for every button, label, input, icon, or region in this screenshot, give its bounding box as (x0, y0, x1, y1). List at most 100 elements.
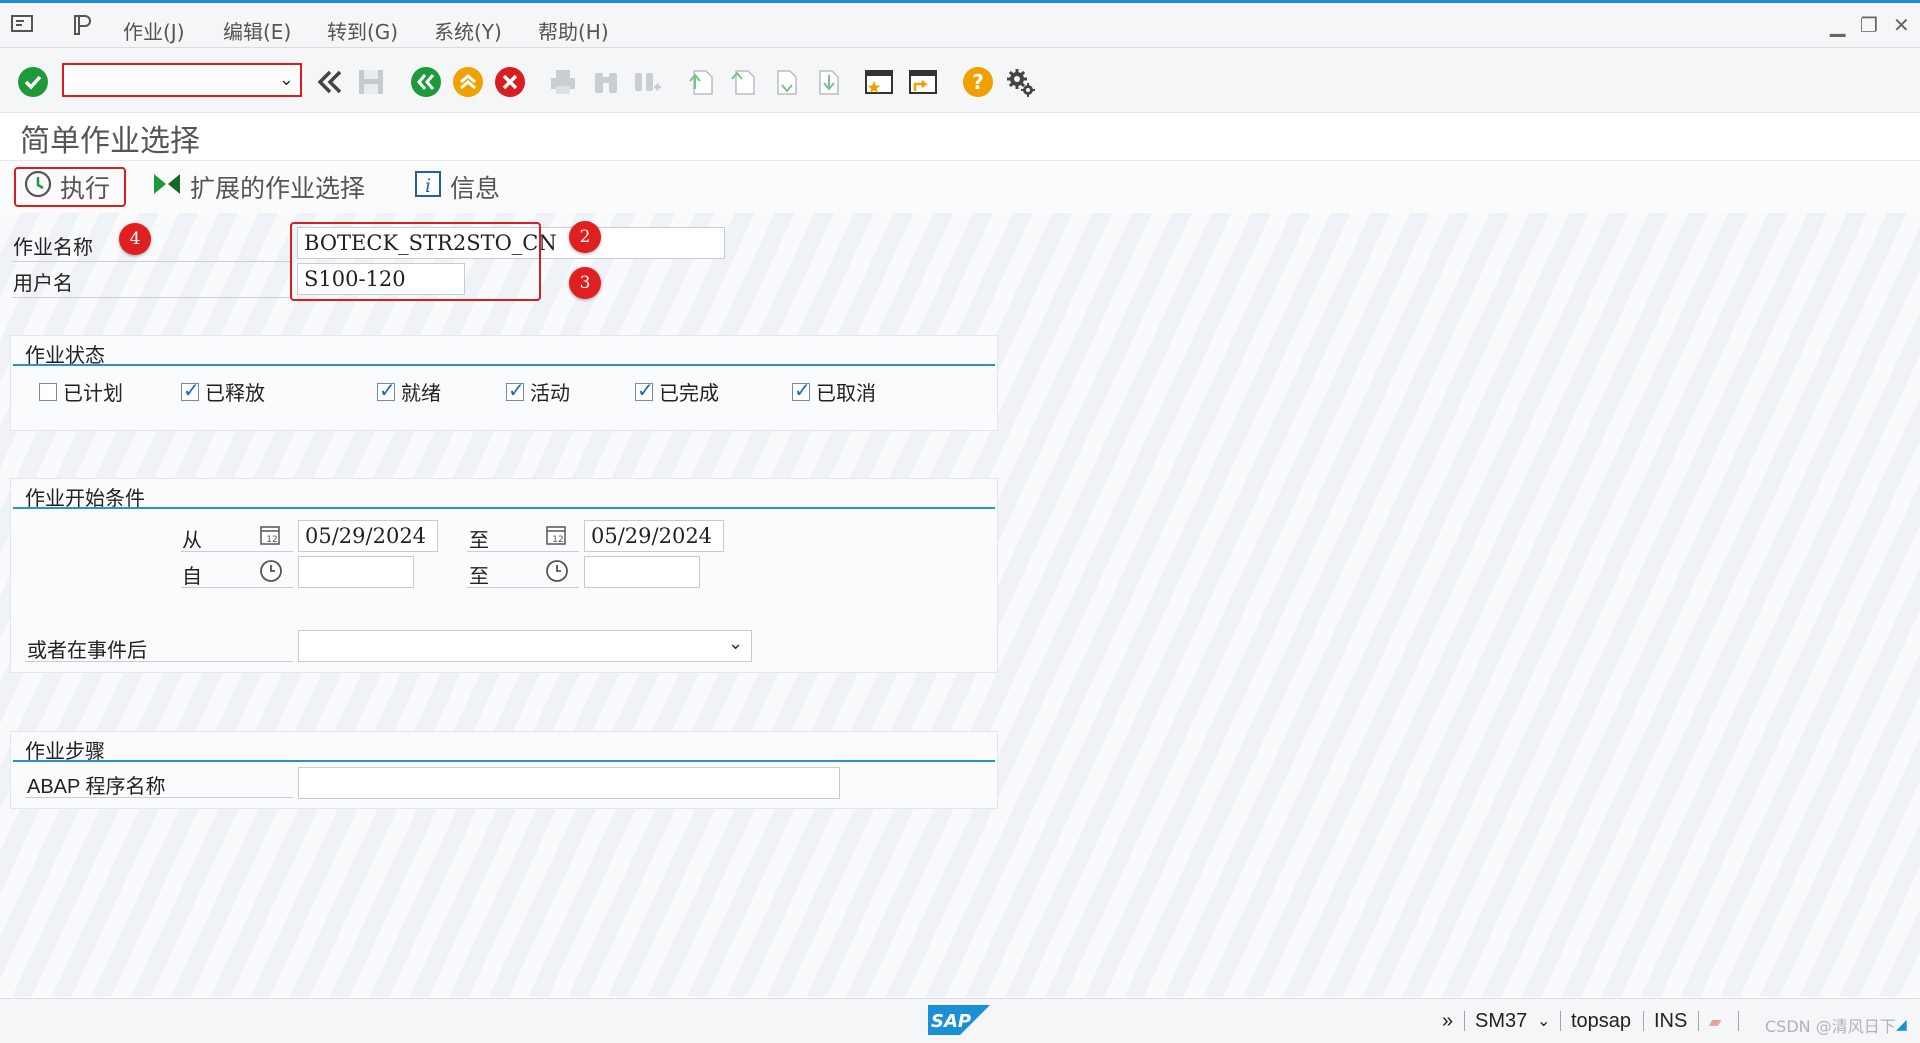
from-date-underline (181, 551, 293, 552)
to-date-input[interactable]: 05/29/2024 (584, 520, 724, 552)
menu-job[interactable]: 作业(J) (123, 16, 185, 45)
execute-clock-icon (24, 170, 52, 204)
job-name-label-underline (12, 261, 292, 262)
exit-icon[interactable] (451, 65, 485, 99)
last-page-icon (810, 65, 844, 99)
svg-text:12: 12 (266, 535, 277, 545)
cancel-icon[interactable] (493, 65, 527, 99)
to-date-underline (467, 551, 579, 552)
menu-system[interactable]: 系统(Y) (434, 16, 502, 45)
first-page-icon (684, 65, 718, 99)
bowtie-icon (152, 171, 182, 203)
close-window-icon[interactable]: ✕ (1893, 13, 1910, 37)
status-released-checkbox[interactable]: 已释放 (181, 377, 265, 406)
menu-bar: 作业(J) 编辑(E) 转到(G) 系统(Y) 帮助(H) ▁ ❐ ✕ (0, 3, 1920, 48)
status-ready-checkbox[interactable]: 就绪 (377, 377, 441, 406)
svg-text:i: i (425, 175, 431, 197)
to-date-label: 至 (469, 528, 489, 552)
abap-program-input[interactable] (298, 767, 840, 799)
status-expand-icon[interactable]: » (1442, 1010, 1453, 1033)
save-icon[interactable] (354, 65, 388, 99)
calendar-icon[interactable]: 12 (258, 522, 284, 548)
job-name-input[interactable]: BOTECK_STR2STO_CN (297, 227, 725, 259)
job-status-group: 作业状态 已计划 已释放 就绪 活动 已完成 已取消 (10, 335, 998, 431)
shortcut-icon[interactable] (906, 65, 940, 99)
menu-toggle-icon[interactable] (10, 13, 34, 35)
server-name: topsap (1571, 1010, 1632, 1032)
status-active-checkbox[interactable]: 活动 (506, 377, 570, 406)
status-separator (1738, 1011, 1739, 1031)
status-planned-label: 已计划 (63, 381, 123, 405)
step-badge-3: 3 (569, 267, 601, 299)
user-name-input[interactable]: S100-120 (297, 263, 465, 295)
event-dropdown[interactable] (298, 630, 752, 662)
group-divider (13, 760, 995, 762)
execute-button[interactable]: 执行 (14, 167, 127, 207)
status-bar: SAP » SM37 ⌄ topsap INS ▰ CSDN @清风日下 ◢ (0, 998, 1920, 1043)
status-released-label: 已释放 (205, 381, 265, 405)
from-time-input[interactable] (298, 556, 414, 588)
user-name-label: 用户名 (13, 271, 73, 295)
svg-text:SAP: SAP (931, 1011, 971, 1032)
chevron-down-icon: ⌄ (728, 633, 744, 654)
checkbox-box (39, 382, 57, 401)
help-icon[interactable]: ? (961, 65, 995, 99)
execute-label: 执行 (60, 174, 111, 203)
to-time-input[interactable] (584, 556, 700, 588)
menu-goto[interactable]: 转到(G) (327, 16, 398, 45)
status-planned-checkbox[interactable]: 已计划 (39, 377, 123, 406)
page-title: 简单作业选择 (20, 124, 200, 159)
next-page-icon (768, 65, 802, 99)
start-condition-group: 作业开始条件 从 12 05/29/2024 至 12 05/29/2024 自… (10, 478, 998, 673)
menu-edit[interactable]: 编辑(E) (223, 16, 291, 45)
find-next-icon (630, 65, 664, 99)
restore-icon[interactable]: ❐ (1860, 13, 1878, 37)
command-field[interactable]: ⌄ (62, 63, 302, 97)
from-date-label: 从 (182, 528, 202, 552)
sap-logo: SAP (928, 1005, 990, 1035)
status-finished-checkbox[interactable]: 已完成 (635, 377, 719, 406)
resize-grip-icon[interactable]: ◢ (1896, 1017, 1907, 1033)
checkbox-box (377, 378, 396, 402)
status-separator (1560, 1011, 1561, 1031)
security-indicator-icon: ▰ (1709, 1012, 1722, 1031)
info-icon: i (414, 170, 442, 204)
group-divider (13, 507, 995, 509)
transaction-code[interactable]: SM37 (1475, 1010, 1527, 1033)
main-content: 作业名称 BOTECK_STR2STO_CN 用户名 S100-120 4 2 … (0, 213, 1920, 997)
settings-gear-icon[interactable] (1003, 65, 1037, 99)
checkbox-box (635, 378, 654, 402)
event-label-underline (25, 661, 293, 662)
status-canceled-checkbox[interactable]: 已取消 (792, 377, 876, 406)
chevron-down-icon[interactable]: ⌄ (1537, 1011, 1550, 1030)
insert-mode[interactable]: INS (1654, 1010, 1687, 1033)
to-time-underline (467, 587, 579, 588)
status-separator (1698, 1011, 1699, 1031)
job-step-group: 作业步骤 ABAP 程序名称 (10, 731, 998, 809)
from-time-underline (181, 587, 293, 588)
info-button[interactable]: i 信息 (414, 167, 500, 207)
command-select[interactable] (64, 65, 300, 95)
svg-text:?: ? (972, 70, 984, 94)
status-separator (1643, 1011, 1644, 1031)
to-time-label: 至 (469, 564, 489, 588)
calendar-icon[interactable]: 12 (544, 522, 570, 548)
info-label: 信息 (450, 174, 501, 203)
clock-icon[interactable] (544, 558, 570, 584)
event-label: 或者在事件后 (27, 638, 147, 662)
watermark-text: CSDN @清风日下 (1765, 1017, 1896, 1036)
minimize-icon[interactable]: ▁ (1830, 13, 1845, 37)
back-icon[interactable] (409, 65, 443, 99)
clock-icon[interactable] (258, 558, 284, 584)
extended-job-selection-label: 扩展的作业选择 (190, 174, 366, 203)
new-session-icon[interactable] (862, 65, 896, 99)
menu-help[interactable]: 帮助(H) (538, 16, 609, 45)
customize-layout-icon[interactable] (70, 13, 94, 35)
enter-icon[interactable] (16, 65, 50, 99)
status-canceled-label: 已取消 (816, 381, 876, 405)
extended-job-selection-button[interactable]: 扩展的作业选择 (152, 167, 365, 207)
double-chevron-left-icon[interactable] (312, 65, 346, 99)
status-ready-label: 就绪 (401, 381, 441, 405)
abap-program-underline (25, 797, 293, 798)
from-date-input[interactable]: 05/29/2024 (298, 520, 438, 552)
